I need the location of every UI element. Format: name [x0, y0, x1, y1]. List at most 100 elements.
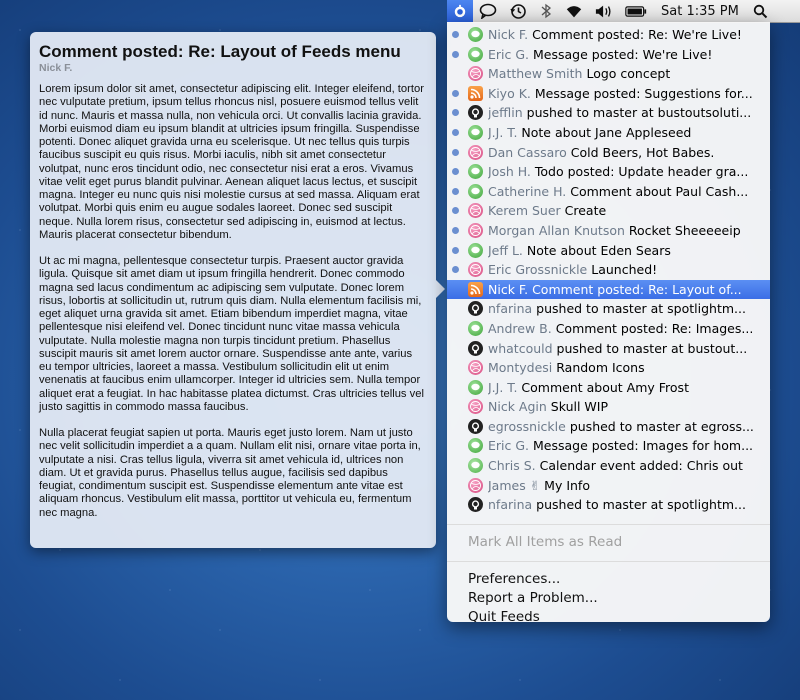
- feed-item-title: Calendar event added: Chris out: [539, 458, 743, 474]
- chat-icon: [479, 3, 497, 19]
- feed-item-title: Note about Jane Appleseed: [521, 124, 692, 140]
- quit-feeds-item[interactable]: Quit Feeds: [447, 608, 770, 622]
- feed-item[interactable]: Chris S. Calendar event added: Chris out: [447, 456, 770, 476]
- unread-dot: [452, 266, 459, 274]
- feed-item[interactable]: Kiyo K. Message posted: Suggestions for.…: [447, 84, 770, 104]
- feed-item-text: Eric G. Message posted: We're Live!: [488, 47, 762, 62]
- rss-icon: [468, 85, 483, 101]
- preview-title: Comment posted: Re: Layout of Feeds menu: [39, 42, 401, 61]
- time-machine-status-item[interactable]: [503, 0, 533, 22]
- feed-item-title: Comment posted: Re: Layout of...: [532, 281, 742, 297]
- feed-item-text: Montydesi Random Icons: [488, 360, 762, 375]
- feed-item[interactable]: Kerem Suer Create: [447, 201, 770, 221]
- volume-status-item[interactable]: [589, 0, 619, 22]
- unread-dot: [452, 50, 459, 58]
- menu-bar: Sat 1:35 PM: [447, 0, 800, 23]
- feed-item[interactable]: Josh H. Todo posted: Update header gra..…: [447, 162, 770, 182]
- feed-item[interactable]: Nick F. Comment posted: Re: Layout of...: [447, 279, 770, 300]
- rss-icon: [468, 281, 483, 297]
- feed-item-author: Chris S.: [488, 458, 536, 474]
- feed-item[interactable]: Eric Grossnickle Launched!: [447, 260, 770, 280]
- feed-item-title: Message posted: Images for hom...: [533, 438, 754, 454]
- feed-item-text: Eric Grossnickle Launched!: [488, 262, 762, 277]
- feed-item-author: Josh H.: [488, 164, 531, 180]
- github-icon: [468, 340, 483, 356]
- battery-icon: [625, 5, 647, 17]
- wifi-status-item[interactable]: [559, 0, 589, 22]
- feed-item-author: Jeff L.: [488, 242, 523, 258]
- imessage-icon: [468, 379, 483, 395]
- feed-item-text: nfarina pushed to master at spotlightm..…: [488, 301, 762, 316]
- battery-status-item[interactable]: [619, 0, 653, 22]
- bluetooth-status-item[interactable]: [533, 0, 559, 22]
- feed-item[interactable]: James ✌ My Info: [447, 476, 770, 496]
- feed-item[interactable]: Jeff L. Note about Eden Sears: [447, 241, 770, 261]
- feed-item-title: Note about Eden Sears: [526, 242, 671, 258]
- unread-dot: [452, 207, 459, 215]
- feed-item[interactable]: J.J. T. Comment about Amy Frost: [447, 378, 770, 398]
- feed-item-title: pushed to master at spotlightm...: [536, 301, 746, 317]
- dribbble-icon: [468, 477, 483, 493]
- feed-item-author: Matthew Smith: [488, 66, 583, 82]
- feed-item[interactable]: Andrew B. Comment posted: Re: Images...: [447, 319, 770, 339]
- clock[interactable]: Sat 1:35 PM: [653, 0, 747, 22]
- volume-icon: [595, 5, 611, 17]
- unread-dot: [452, 31, 459, 38]
- github-icon: [468, 497, 483, 513]
- feed-item-text: Nick F. Comment posted: Re: We're Live!: [488, 27, 762, 42]
- feed-item[interactable]: Dan Cassaro Cold Beers, Hot Babes.: [447, 143, 770, 163]
- feed-item[interactable]: nfarina pushed to master at spotlightm..…: [447, 299, 770, 319]
- feed-item[interactable]: Eric G. Message posted: Images for hom..…: [447, 436, 770, 456]
- feed-item-author: James ✌: [488, 477, 541, 493]
- feed-item-text: Chris S. Calendar event added: Chris out: [488, 458, 762, 473]
- feed-item-text: Matthew Smith Logo concept: [488, 66, 762, 81]
- feed-item-title: pushed to master at spotlightm...: [536, 497, 746, 513]
- preferences-item[interactable]: Preferences...: [447, 570, 770, 589]
- spotlight-status-item[interactable]: [747, 0, 775, 22]
- feed-item[interactable]: whatcould pushed to master at bustout...: [447, 339, 770, 359]
- preview-paragraph: Nulla placerat feugiat sapien ut porta. …: [39, 427, 421, 519]
- feed-item-text: Eric G. Message posted: Images for hom..…: [488, 438, 762, 453]
- feed-item-text: Josh H. Todo posted: Update header gra..…: [488, 164, 762, 179]
- feed-item-title: Rocket Sheeeeeip: [628, 222, 741, 238]
- feed-item-title: Create: [564, 203, 607, 219]
- imessage-icon: [468, 242, 483, 258]
- github-icon: [468, 418, 483, 434]
- feed-item[interactable]: Nick F. Comment posted: Re: We're Live!: [447, 25, 770, 45]
- wifi-icon: [566, 5, 582, 17]
- report-problem-item[interactable]: Report a Problem...: [447, 589, 770, 608]
- mark-all-read-item[interactable]: Mark All Items as Read: [447, 533, 770, 552]
- feed-item-title: pushed to master at egross...: [569, 418, 754, 434]
- feed-item[interactable]: Nick Agin Skull WIP: [447, 397, 770, 417]
- calendar-icon: [468, 458, 483, 474]
- feed-item-title: pushed to master at bustoutsoluti...: [526, 105, 752, 121]
- feed-item[interactable]: Catherine H. Comment about Paul Cash...: [447, 182, 770, 202]
- feed-item-author: Catherine H.: [488, 183, 567, 199]
- time-machine-icon: [509, 3, 526, 19]
- feed-item[interactable]: Matthew Smith Logo concept: [447, 64, 770, 84]
- feeds-status-item[interactable]: [447, 0, 473, 22]
- feed-item-title: Todo posted: Update header gra...: [534, 164, 749, 180]
- feed-item[interactable]: J.J. T. Note about Jane Appleseed: [447, 123, 770, 143]
- feed-item[interactable]: Morgan Allan Knutson Rocket Sheeeeeip: [447, 221, 770, 241]
- feed-item-author: Eric G.: [488, 438, 530, 454]
- feed-items-list: Nick F. Comment posted: Re: We're Live! E…: [447, 25, 770, 515]
- unread-dot: [452, 148, 459, 156]
- feed-item-text: Catherine H. Comment about Paul Cash...: [488, 184, 762, 199]
- feed-item[interactable]: Eric G. Message posted: We're Live!: [447, 45, 770, 65]
- chat-status-item[interactable]: [473, 0, 503, 22]
- feed-item[interactable]: egrossnickle pushed to master at egross.…: [447, 417, 770, 437]
- imessage-icon: [468, 124, 483, 140]
- imessage-icon: [468, 164, 483, 180]
- feed-item[interactable]: nfarina pushed to master at spotlightm..…: [447, 495, 770, 515]
- feed-item-author: Montydesi: [488, 360, 553, 376]
- feed-item-title: pushed to master at bustout...: [556, 340, 748, 356]
- feed-item-text: Dan Cassaro Cold Beers, Hot Babes.: [488, 145, 762, 160]
- feed-item-text: Andrew B. Comment posted: Re: Images...: [488, 321, 762, 336]
- feed-item[interactable]: jefflin pushed to master at bustoutsolut…: [447, 103, 770, 123]
- feeds-menu: Nick F. Comment posted: Re: We're Live! E…: [447, 22, 770, 622]
- item-preview-popover: Comment posted: Re: Layout of Feeds menu…: [30, 32, 445, 548]
- feed-item[interactable]: Montydesi Random Icons: [447, 358, 770, 378]
- feed-item-author: nfarina: [488, 497, 533, 513]
- spotlight-icon: [754, 4, 768, 18]
